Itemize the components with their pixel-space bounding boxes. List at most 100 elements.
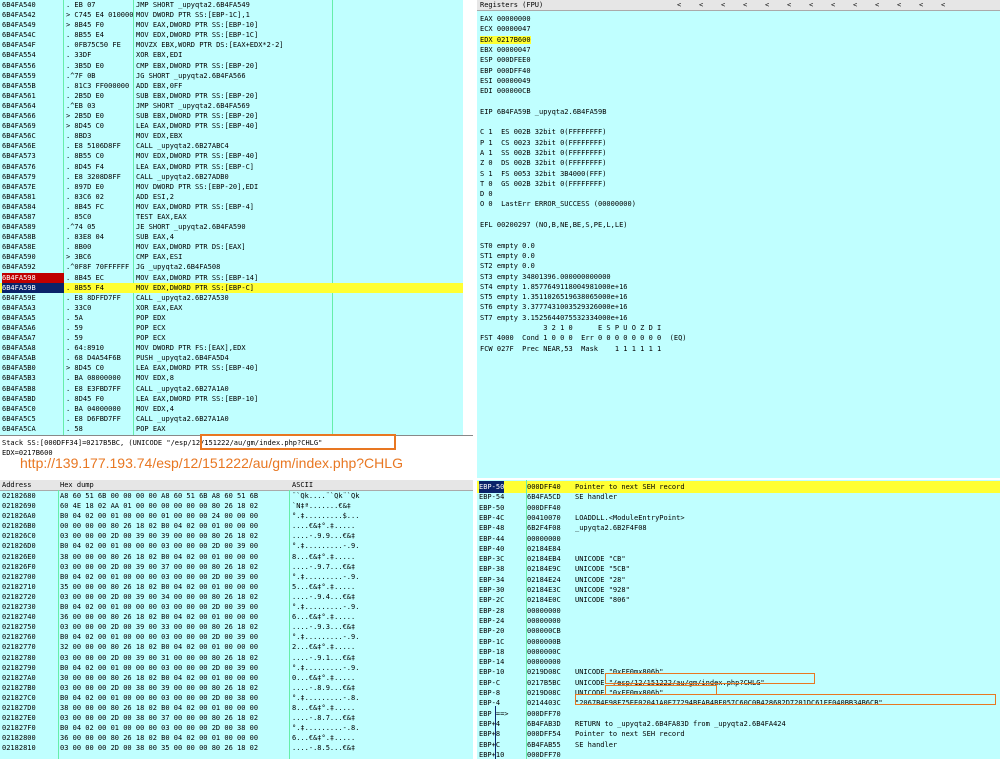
dump-row[interactable]: 021826E0 38 00 00 00 80 26 18 02 B0 04 02… xyxy=(0,552,473,562)
disasm-row[interactable]: 6B4FA559 .^7F 0B JG SHORT _upyqta2.6B4FA56… xyxy=(0,71,463,81)
disasm-row[interactable]: 6B4FA554 . 33DF XOR EBX,EDI xyxy=(0,50,463,60)
register-line[interactable]: P 1 CS 0023 32bit 0(FFFFFFFF) xyxy=(480,138,606,148)
registers-pane[interactable]: Registers (FPU) < < < < < < < < < < < < < EAX 000000… xyxy=(477,0,1000,478)
dump-header-hex[interactable]: Hex dump xyxy=(60,480,94,490)
disasm-row[interactable]: 6B4FA56C . 8BD3 MOV EDX,EBX xyxy=(0,131,463,141)
dump-row[interactable]: 02182790 B0 04 02 00 01 00 00 00 03 00 00… xyxy=(0,663,473,673)
dump-row[interactable]: 02182770 32 00 00 00 80 26 18 02 B0 04 02… xyxy=(0,642,473,652)
dump-row[interactable]: 02182700 B0 04 02 00 01 00 00 00 03 00 00… xyxy=(0,572,473,582)
hex-dump-pane[interactable]: Address Hex dump ASCII 02182680 A8 60 51 … xyxy=(0,480,473,759)
disasm-row[interactable]: 6B4FA556 . 3B5D E0 CMP EBX,DWORD PTR SS:[E… xyxy=(0,61,463,71)
disasm-row[interactable]: 6B4FA573 . 8B55 C0 MOV EDX,DWORD PTR SS:[E… xyxy=(0,151,463,161)
dump-row[interactable]: 021827B0 03 00 00 00 2D 00 38 00 39 00 00… xyxy=(0,683,473,693)
dump-row[interactable]: 021826B0 00 00 00 00 80 26 18 02 B0 04 02… xyxy=(0,521,473,531)
arrow-left-icon[interactable]: < xyxy=(743,0,747,10)
arrow-left-icon[interactable]: < xyxy=(765,0,769,10)
register-line[interactable]: EIP 6B4FA59B _upyqta2.6B4FA59B xyxy=(480,107,606,117)
register-line[interactable]: EBX 00000047 xyxy=(480,45,531,55)
disasm-row[interactable]: 6B4FA540 . EB 07 JMP SHORT _upyqta2.6B4FA5… xyxy=(0,0,463,10)
register-line[interactable]: ESI 00000049 xyxy=(480,76,531,86)
disasm-row[interactable]: 6B4FA5BD . 8D45 F0 LEA EAX,DWORD PTR SS:[E… xyxy=(0,394,463,404)
disasm-row[interactable]: 6B4FA58E . 8B00 MOV EAX,DWORD PTR DS:[EAX] xyxy=(0,242,463,252)
disasm-row[interactable]: 6B4FA5C5 . E8 D6FBD7FF CALL _upyqta2.6B27A… xyxy=(0,414,463,424)
dump-row[interactable]: 021827D0 38 00 00 00 80 26 18 02 B0 04 02… xyxy=(0,703,473,713)
disasm-row[interactable]: 6B4FA542 > C745 E4 010000 MOV DWORD PTR SS… xyxy=(0,10,463,20)
register-line[interactable]: ST5 empty 1.3511026519638065000e+16 xyxy=(480,292,628,302)
register-line[interactable]: ST3 empty 34801396.000000000000 xyxy=(480,272,611,282)
disasm-row[interactable]: 6B4FA54C . 8B55 E4 MOV EDX,DWORD PTR SS:[E… xyxy=(0,30,463,40)
disasm-row[interactable]: 6B4FA592 .^0F8F 70FFFFFF JG _upyqta2.6B4FA… xyxy=(0,262,463,272)
disasm-row[interactable]: 6B4FA57E . 897D E0 MOV DWORD PTR SS:[EBP-2… xyxy=(0,182,463,192)
dump-row[interactable]: 02182800 36 00 00 00 80 26 18 02 B0 04 02… xyxy=(0,733,473,743)
dump-row[interactable]: 02182720 03 00 00 00 2D 00 39 00 34 00 00… xyxy=(0,592,473,602)
register-line[interactable]: FST 4000 Cond 1 0 0 0 Err 0 0 0 0 0 0 0 … xyxy=(480,333,687,343)
dump-row[interactable]: 02182740 36 00 00 00 80 26 18 02 B0 04 02… xyxy=(0,612,473,622)
register-line[interactable]: C 1 ES 002B 32bit 0(FFFFFFFF) xyxy=(480,127,606,137)
disasm-row[interactable]: 6B4FA5AB . 68 D4A54F6B PUSH _upyqta2.6B4FA… xyxy=(0,353,463,363)
disasm-row[interactable]: 6B4FA581 . 83C6 02 ADD ESI,2 xyxy=(0,192,463,202)
disasm-row[interactable]: 6B4FA5A3 . 33C0 XOR EAX,EAX xyxy=(0,303,463,313)
disasm-row[interactable]: 6B4FA561 . 2B5D E0 SUB EBX,DWORD PTR SS:[E… xyxy=(0,91,463,101)
arrow-left-icon[interactable]: < xyxy=(875,0,879,10)
disasm-row[interactable]: 6B4FA5CA . 58 POP EAX xyxy=(0,424,463,434)
register-line[interactable]: EAX 00000000 xyxy=(480,14,531,24)
disasm-row[interactable]: 6B4FA566 > 2B5D E0 SUB EBX,DWORD PTR SS:[E… xyxy=(0,111,463,121)
register-line[interactable]: ESP 000DFEE0 xyxy=(480,55,531,65)
arrow-left-icon[interactable]: < xyxy=(941,0,945,10)
dump-header-ascii[interactable]: ASCII xyxy=(292,480,313,490)
disasm-row[interactable]: 6B4FA569 > 8D45 C0 LEA EAX,DWORD PTR SS:[E… xyxy=(0,121,463,131)
disasm-row[interactable]: 6B4FA54F . 0FB75C50 FE MOVZX EBX,WORD PTR … xyxy=(0,40,463,50)
dump-row[interactable]: 02182680 A8 60 51 6B 00 00 00 00 A8 60 51… xyxy=(0,491,473,501)
dump-row[interactable]: 021826C0 03 00 00 00 2D 00 39 00 39 00 00… xyxy=(0,531,473,541)
arrow-left-icon[interactable]: < xyxy=(721,0,725,10)
dump-row[interactable]: 02182780 03 00 00 00 2D 00 39 00 31 00 00… xyxy=(0,653,473,663)
register-line[interactable]: D 0 xyxy=(480,189,493,199)
register-line[interactable]: 3 2 1 0 E S P U O Z D I xyxy=(480,323,661,333)
register-line[interactable]: ST1 empty 0.0 xyxy=(480,251,535,261)
arrow-left-icon[interactable]: < xyxy=(853,0,857,10)
stack-pane[interactable]: EBP-50 000DFF40 Pointer to next SEH record… xyxy=(477,480,1000,759)
disasm-row[interactable]: 6B4FA587 . 85C0 TEST EAX,EAX xyxy=(0,212,463,222)
register-line[interactable]: EDI 000000CB xyxy=(480,86,531,96)
disasm-row[interactable]: 6B4FA59E . E8 8DFFD7FF CALL _upyqta2.6B27A… xyxy=(0,293,463,303)
disasm-row[interactable]: 6B4FA59B. 8B55 F4 MOV EDX,DWORD PTR SS:[E… xyxy=(0,282,463,293)
disasm-row[interactable]: 6B4FA549 > 8B45 F0 MOV EAX,DWORD PTR SS:[E… xyxy=(0,20,463,30)
disasm-row[interactable]: 6B4FA564 .^EB 03 JMP SHORT _upyqta2.6B4FA5… xyxy=(0,101,463,111)
register-line[interactable]: FCW 027F Prec NEAR,53 Mask 1 1 1 1 1 1 xyxy=(480,344,661,354)
dump-row[interactable]: 02182730 B0 04 02 00 01 00 00 00 03 00 00… xyxy=(0,602,473,612)
register-line[interactable]: ECX 00000047 xyxy=(480,24,531,34)
disasm-row[interactable]: 6B4FA576 . 8D45 F4 LEA EAX,DWORD PTR SS:[E… xyxy=(0,162,463,172)
dump-row[interactable]: 02182750 03 00 00 00 2D 00 39 00 33 00 00… xyxy=(0,622,473,632)
disasm-row[interactable]: 6B4FA579 . E8 3208D8FF CALL _upyqta2.6B27A… xyxy=(0,172,463,182)
register-line[interactable]: Z 0 DS 002B 32bit 0(FFFFFFFF) xyxy=(480,158,606,168)
dump-row[interactable]: 021827C0 B0 04 02 00 01 00 00 00 03 00 00… xyxy=(0,693,473,703)
register-line[interactable]: EBP 000DFF40 xyxy=(480,66,531,76)
register-line[interactable]: EDX 0217B600 xyxy=(480,35,531,45)
arrow-left-icon[interactable]: < xyxy=(787,0,791,10)
arrow-left-icon[interactable]: < xyxy=(699,0,703,10)
arrow-left-icon[interactable]: < xyxy=(677,0,681,10)
disasm-row[interactable]: 6B4FA5A6 . 59 POP ECX xyxy=(0,323,463,333)
disasm-row[interactable]: 6B4FA5B3 . BA 08000000 MOV EDX,8 xyxy=(0,373,463,383)
arrow-left-icon[interactable]: < xyxy=(831,0,835,10)
disasm-row[interactable]: 6B4FA589 .^74 05 JE SHORT _upyqta2.6B4FA59… xyxy=(0,222,463,232)
dump-row[interactable]: 02182760 B0 04 02 00 01 00 00 00 03 00 00… xyxy=(0,632,473,642)
register-line[interactable]: ST6 empty 3.3777431003529326000e+16 xyxy=(480,302,628,312)
dump-row[interactable]: 021827A0 30 00 00 00 80 26 18 02 B0 04 02… xyxy=(0,673,473,683)
arrow-left-icon[interactable]: < xyxy=(809,0,813,10)
register-line[interactable]: ST0 empty 0.0 xyxy=(480,241,535,251)
dump-row[interactable]: 021826A0 B0 04 02 00 01 00 00 00 01 00 00… xyxy=(0,511,473,521)
disasm-row[interactable]: 6B4FA5A7 . 59 POP ECX xyxy=(0,333,463,343)
dump-row[interactable]: 02182710 35 00 00 00 80 26 18 02 B0 04 02… xyxy=(0,582,473,592)
register-line[interactable]: EFL 00200297 (NO,B,NE,BE,S,PE,L,LE) xyxy=(480,220,628,230)
disasm-row[interactable]: 6B4FA55B . 81C3 FF000000 ADD EBX,0FF xyxy=(0,81,463,91)
disasm-row[interactable]: 6B4FA58B . 83E8 04 SUB EAX,4 xyxy=(0,232,463,242)
register-line[interactable]: O 0 LastErr ERROR_SUCCESS (00000000) xyxy=(480,199,636,209)
register-line[interactable]: S 1 FS 0053 32bit 3B4000(FFF) xyxy=(480,169,606,179)
dump-row[interactable]: 021826F0 03 00 00 00 2D 00 39 00 37 00 00… xyxy=(0,562,473,572)
dump-row[interactable]: 021827F0 B0 04 02 00 01 00 00 00 03 00 00… xyxy=(0,723,473,733)
register-line[interactable]: T 0 GS 002B 32bit 0(FFFFFFFF) xyxy=(480,179,606,189)
dump-row[interactable]: 02182690 60 4E 18 02 AA 01 00 00 00 00 00… xyxy=(0,501,473,511)
disasm-row[interactable]: 6B4FA5A5 . 5A POP EDX xyxy=(0,313,463,323)
disasm-row[interactable]: 6B4FA598. 8B45 EC MOV EAX,DWORD PTR SS:[E… xyxy=(0,272,463,283)
